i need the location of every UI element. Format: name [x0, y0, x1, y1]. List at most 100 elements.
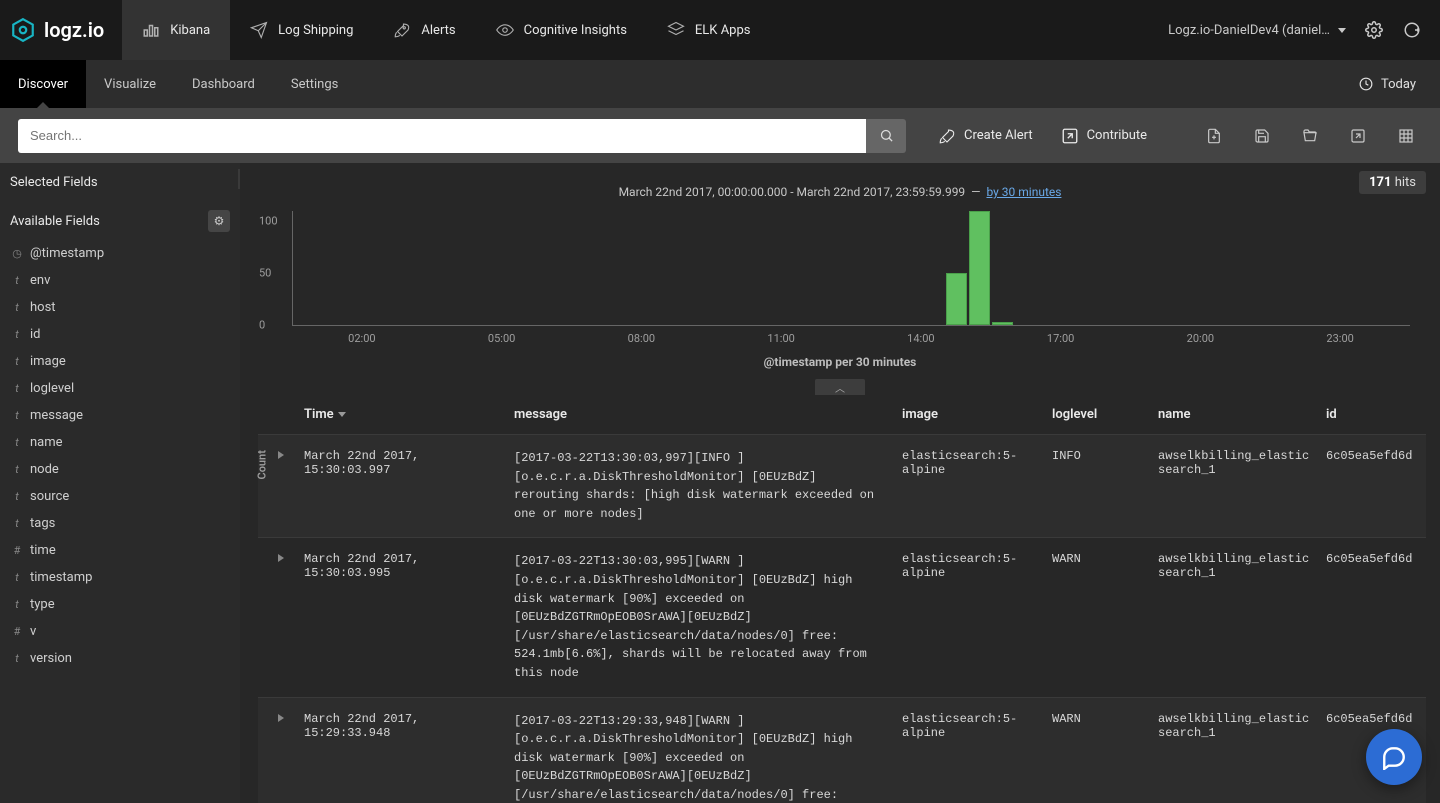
cell-loglevel: WARN [1052, 712, 1158, 803]
field-label: time [30, 543, 56, 558]
chevron-down-icon [1338, 28, 1346, 33]
col-message[interactable]: message [514, 407, 902, 422]
hits-badge: 171 hits [1359, 171, 1426, 194]
search-input[interactable] [18, 119, 866, 153]
new-doc-icon[interactable] [1204, 126, 1224, 146]
field-item[interactable]: ttype [0, 591, 240, 618]
collapse-chart-icon[interactable]: ︿ [815, 379, 865, 395]
brand-logo[interactable]: logz.io [10, 17, 104, 43]
interval-link[interactable]: by 30 minutes [986, 185, 1061, 199]
x-axis-label: @timestamp per 30 minutes [240, 345, 1440, 369]
save-icon[interactable] [1252, 126, 1272, 146]
expand-row-icon[interactable] [258, 712, 304, 803]
field-label: id [30, 327, 41, 342]
field-label: env [30, 273, 50, 288]
external-icon [1061, 127, 1079, 145]
col-id[interactable]: id [1326, 407, 1426, 422]
nav-label: Kibana [170, 23, 210, 38]
nav-alerts[interactable]: Alerts [373, 0, 475, 60]
x-ticks: 02:0005:0008:0011:0014:0017:0020:0023:00 [240, 326, 1440, 345]
col-time[interactable]: Time [304, 407, 514, 422]
field-item[interactable]: thost [0, 294, 240, 321]
logout-icon[interactable] [1402, 20, 1422, 40]
cell-loglevel: INFO [1052, 449, 1158, 523]
clock-icon [1359, 77, 1373, 91]
settings-gear-icon[interactable] [1364, 20, 1384, 40]
nav-label: ELK Apps [695, 23, 751, 38]
clock-icon: ◷ [12, 247, 22, 260]
text-type-icon: t [12, 517, 22, 530]
field-item[interactable]: tid [0, 321, 240, 348]
table-row: March 22nd 2017, 15:30:03.997[2017-03-22… [258, 434, 1426, 537]
col-name[interactable]: name [1158, 407, 1326, 422]
search-button[interactable] [866, 119, 906, 153]
create-alert[interactable]: Create Alert [938, 127, 1033, 145]
field-item[interactable]: # time [0, 537, 240, 564]
cell-loglevel: WARN [1052, 552, 1158, 682]
open-folder-icon[interactable] [1300, 126, 1320, 146]
text-type-icon: t [12, 328, 22, 341]
text-type-icon: t [12, 598, 22, 611]
number-type-icon: # [12, 544, 22, 557]
sort-desc-icon [338, 412, 346, 417]
cell-message: [2017-03-22T13:30:03,995][WARN ][o.e.c.r… [514, 552, 902, 682]
field-item[interactable]: ◷@timestamp [0, 240, 240, 267]
cell-time: March 22nd 2017, 15:30:03.995 [304, 552, 514, 682]
chat-fab[interactable] [1366, 729, 1422, 785]
expand-row-icon[interactable] [258, 552, 304, 682]
field-item[interactable]: ttags [0, 510, 240, 537]
field-label: image [30, 354, 66, 369]
field-item[interactable]: t loglevel [0, 375, 240, 402]
main-panel: 171 hits March 22nd 2017, 00:00:00.000 -… [240, 163, 1440, 803]
cell-image: elasticsearch:5-alpine [902, 712, 1052, 803]
col-image[interactable]: image [902, 407, 1052, 422]
field-item[interactable]: tname [0, 429, 240, 456]
cell-name: awselkbilling_elasticsearch_1 [1158, 449, 1326, 523]
results-table: Time message image loglevel name id Marc… [240, 395, 1440, 803]
time-picker[interactable]: Today [1359, 77, 1416, 92]
cell-name: awselkbilling_elasticsearch_1 [1158, 712, 1326, 803]
text-type-icon: t [12, 652, 22, 665]
rocket-icon [393, 21, 411, 39]
field-item[interactable]: tnode [0, 456, 240, 483]
field-item[interactable]: timage [0, 348, 240, 375]
cell-id: 6c05ea5efd6d [1326, 552, 1426, 682]
cell-id: 6c05ea5efd6d [1326, 449, 1426, 523]
collapse-sidebar-icon[interactable]: ◀ [238, 169, 240, 189]
chart-range: March 22nd 2017, 00:00:00.000 - March 22… [240, 163, 1440, 205]
histogram-chart[interactable]: 050100 [292, 211, 1410, 326]
field-label: loglevel [30, 381, 74, 396]
tab-settings[interactable]: Settings [273, 60, 356, 108]
cell-image: elasticsearch:5-alpine [902, 449, 1052, 523]
text-type-icon: t [12, 382, 22, 395]
field-filter-gear-icon[interactable]: ⚙ [208, 210, 230, 232]
nav-log-shipping[interactable]: Log Shipping [230, 0, 373, 60]
field-item[interactable]: tmessage [0, 402, 240, 429]
chat-icon [1381, 744, 1407, 770]
tab-discover[interactable]: Discover [0, 60, 86, 108]
contribute[interactable]: Contribute [1061, 127, 1148, 145]
field-item[interactable]: tenv [0, 267, 240, 294]
selected-fields-header: Selected Fields [0, 163, 240, 198]
share-icon[interactable] [1348, 126, 1368, 146]
nav-elk-apps[interactable]: ELK Apps [647, 0, 771, 60]
layers-icon [667, 21, 685, 39]
account-menu[interactable]: Logz.io-DanielDev4 (daniel… [1168, 23, 1346, 38]
field-item[interactable]: ttimestamp [0, 564, 240, 591]
text-type-icon: t [12, 463, 22, 476]
cell-image: elasticsearch:5-alpine [902, 552, 1052, 682]
nav-kibana[interactable]: Kibana [122, 0, 230, 60]
text-type-icon: t [12, 436, 22, 449]
grid-icon[interactable] [1396, 126, 1416, 146]
field-item[interactable]: tversion [0, 645, 240, 672]
table-row: March 22nd 2017, 15:29:33.948[2017-03-22… [258, 697, 1426, 803]
field-label: host [30, 300, 56, 315]
cell-name: awselkbilling_elasticsearch_1 [1158, 552, 1326, 682]
nav-cognitive[interactable]: Cognitive Insights [476, 0, 647, 60]
field-item[interactable]: #v [0, 618, 240, 645]
tab-dashboard[interactable]: Dashboard [174, 60, 273, 108]
eye-icon [496, 21, 514, 39]
field-item[interactable]: tsource [0, 483, 240, 510]
col-loglevel[interactable]: loglevel [1052, 407, 1158, 422]
tab-visualize[interactable]: Visualize [86, 60, 174, 108]
